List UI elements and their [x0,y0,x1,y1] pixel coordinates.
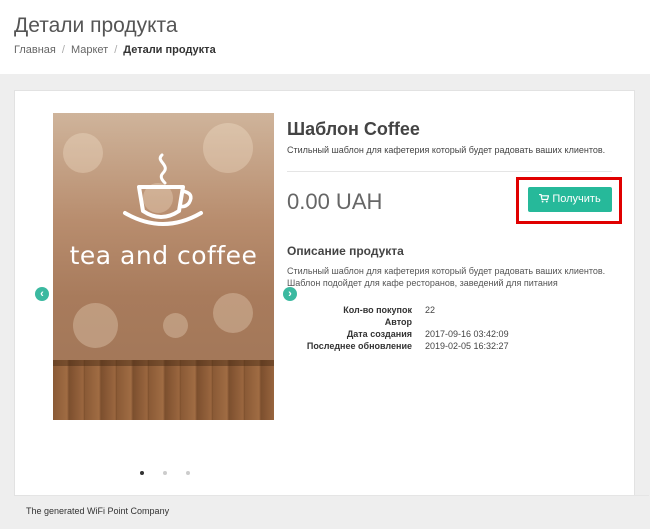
stat-row: Дата создания 2017-09-16 03:42:09 [287,329,627,341]
stat-value: 2017-09-16 03:42:09 [425,329,509,339]
breadcrumb-market[interactable]: Маркет [71,44,108,56]
carousel-dots [135,469,195,477]
chevron-left-icon[interactable]: ‹ [35,287,49,301]
product-image: tea and coffee [53,113,274,420]
product-price: 0.00 UAH [287,189,383,214]
stat-label: Кол-во покупок [343,305,412,315]
product-card: tea and coffee ‹ › Шаблон Coffee Стильны… [14,90,649,496]
get-button[interactable]: Получить [528,187,612,212]
stat-value: 22 [425,305,436,315]
breadcrumb: Главная / Маркет / Детали продукта [14,44,216,56]
page-header: Детали продукта Главная / Маркет / Детали пр… [0,0,650,74]
stat-label: Автор [384,317,412,327]
breadcrumb-separator: / [61,44,65,56]
product-subtitle: Стильный шаблон для кафетерия который бу… [287,145,606,155]
coffee-cup-icon [53,153,274,238]
carousel-dot[interactable] [140,471,144,475]
page-title: Детали продукта [14,14,178,37]
stat-row: Последнее обновление 2019-02-05 16:32:27 [287,341,627,353]
product-title: Шаблон Coffee [287,119,420,139]
product-carousel: tea and coffee ‹ › [30,111,297,475]
footer-divider [30,495,649,496]
carousel-dot[interactable] [163,471,167,475]
get-button-label: Получить [552,193,601,205]
stat-label: Последнее обновление [306,341,412,351]
carousel-dot[interactable] [186,471,190,475]
divider [287,171,612,172]
product-image-text: tea and coffee [69,241,258,270]
footer-text: The generated WiFi Point Company [26,506,170,516]
stat-value: 2019-02-05 16:32:27 [425,341,509,351]
cart-icon [539,193,552,205]
wood-floor [53,360,274,420]
product-info: Шаблон Coffee Стильный шаблон для кафете… [287,91,627,471]
stat-row: Кол-во покупок 22 [287,305,627,317]
product-description: Стильный шаблон для кафетерия который бу… [287,266,606,288]
stat-label: Дата создания [346,329,412,339]
breadcrumb-separator: / [114,44,118,56]
breadcrumb-home[interactable]: Главная [14,44,56,56]
description-title: Описание продукта [287,244,404,258]
breadcrumb-current: Детали продукта [123,44,216,56]
stat-row: Автор [287,317,627,329]
